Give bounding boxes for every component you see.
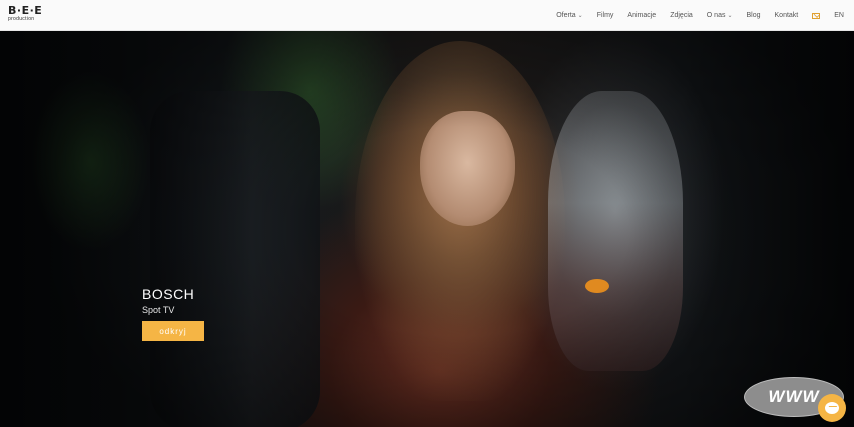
main-menu: Oferta ⌄ Filmy Animacje Zdjęcia O nas ⌄ … xyxy=(542,0,844,31)
messenger-chat-button[interactable] xyxy=(818,394,846,422)
language-switch[interactable]: EN xyxy=(834,12,844,19)
nav-item-animacje[interactable]: Animacje xyxy=(627,12,656,19)
logo[interactable]: B·E·E production xyxy=(8,5,42,23)
chevron-down-icon: ⌄ xyxy=(577,13,583,19)
hero-subtitle: Spot TV xyxy=(142,305,175,315)
hero-slider xyxy=(0,31,854,427)
messenger-icon xyxy=(825,402,839,414)
nav-item-zdjecia[interactable]: Zdjęcia xyxy=(670,12,693,19)
discover-button[interactable]: odkryj xyxy=(142,321,204,341)
www-badge-text: WWW xyxy=(768,387,820,406)
logo-mark: B·E·E xyxy=(8,4,43,17)
nav-item-blog[interactable]: Blog xyxy=(747,12,761,19)
nav-label: Blog xyxy=(746,12,761,19)
nav-label: Animacje xyxy=(627,12,657,19)
nav-item-oferta[interactable]: Oferta ⌄ xyxy=(556,12,582,19)
envelope-icon[interactable] xyxy=(812,12,821,19)
nav-label: Zdjęcia xyxy=(670,12,693,19)
nav-item-filmy[interactable]: Filmy xyxy=(597,12,614,19)
nav-item-o-nas[interactable]: O nas ⌄ xyxy=(707,12,733,19)
hero-title: BOSCH xyxy=(142,286,195,302)
top-navbar: B·E·E production Oferta ⌄ Filmy Animacje… xyxy=(0,0,854,31)
hero-vignette xyxy=(0,31,854,427)
nav-item-kontakt[interactable]: Kontakt xyxy=(775,12,799,19)
hero-caption: BOSCH Spot TV odkryj xyxy=(142,286,204,341)
nav-label: O nas xyxy=(706,12,726,19)
nav-label: Oferta xyxy=(556,12,576,19)
logo-subtitle: production xyxy=(8,16,35,22)
nav-label: Kontakt xyxy=(774,12,799,19)
chevron-down-icon: ⌄ xyxy=(727,13,733,19)
nav-label: Filmy xyxy=(596,12,614,19)
